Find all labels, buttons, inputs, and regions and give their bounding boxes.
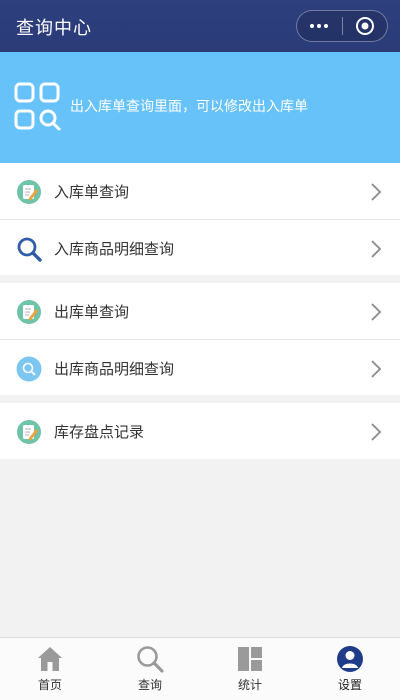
more-menu-button[interactable] (297, 11, 342, 41)
menu-item-outbound-goods-detail-query[interactable]: 出库商品明细查询 (0, 339, 400, 395)
dashboard-icon (238, 647, 262, 671)
menu-item-label: 出库商品明细查询 (54, 360, 175, 378)
menu-item-inbound-goods-detail-query[interactable]: 入库商品明细查询 (0, 219, 400, 275)
bottom-tab-bar: 首页 查询 统计 设置 (0, 637, 400, 700)
menu-group-inbound: 入库单查询 入库商品明细查询 (0, 163, 400, 275)
query-grid-icon (14, 82, 61, 131)
menu-item-inbound-order-query[interactable]: 入库单查询 (0, 163, 400, 219)
tab-label: 设置 (337, 678, 362, 692)
info-banner: 出入库单查询里面，可以修改出入库单 (0, 52, 400, 163)
tab-label: 首页 (37, 678, 62, 692)
tab-home[interactable]: 首页 (0, 638, 100, 700)
menu-item-label: 出库单查询 (54, 303, 130, 321)
top-bar: 查询中心 (0, 0, 400, 52)
menu-item-label: 库存盘点记录 (54, 423, 145, 441)
user-icon (337, 646, 363, 672)
menu-group-outbound: 出库单查询 出库商品明细查询 (0, 283, 400, 395)
tab-settings[interactable]: 设置 (300, 638, 400, 700)
dot-icon (324, 24, 329, 28)
target-icon (355, 17, 374, 35)
tab-label: 统计 (237, 678, 262, 692)
search-circle-icon (16, 356, 42, 382)
menu-item-stocktake-records[interactable]: 库存盘点记录 (0, 403, 400, 459)
dot-icon (310, 24, 315, 28)
page-title: 查询中心 (16, 18, 92, 39)
edit-note-icon (17, 180, 41, 204)
banner-text: 出入库单查询里面，可以修改出入库单 (70, 99, 308, 115)
close-mini-program-button[interactable] (343, 11, 388, 41)
dot-icon (317, 24, 322, 28)
home-icon (38, 647, 62, 671)
magnifier-icon (17, 237, 42, 262)
menu-group-inventory: 库存盘点记录 (0, 403, 400, 459)
tab-label: 查询 (137, 678, 162, 692)
edit-note-icon (17, 420, 41, 444)
chevron-right-icon (371, 423, 382, 441)
tab-statistics[interactable]: 统计 (200, 638, 300, 700)
menu-item-outbound-order-query[interactable]: 出库单查询 (0, 283, 400, 339)
mini-program-capsule (296, 10, 388, 42)
chevron-right-icon (371, 183, 382, 201)
edit-note-icon (17, 300, 41, 324)
chevron-right-icon (371, 360, 382, 378)
tab-query[interactable]: 查询 (100, 638, 200, 700)
search-icon (137, 646, 164, 673)
chevron-right-icon (371, 240, 382, 258)
chevron-right-icon (371, 303, 382, 321)
menu-item-label: 入库商品明细查询 (54, 240, 175, 258)
menu-item-label: 入库单查询 (54, 183, 130, 201)
